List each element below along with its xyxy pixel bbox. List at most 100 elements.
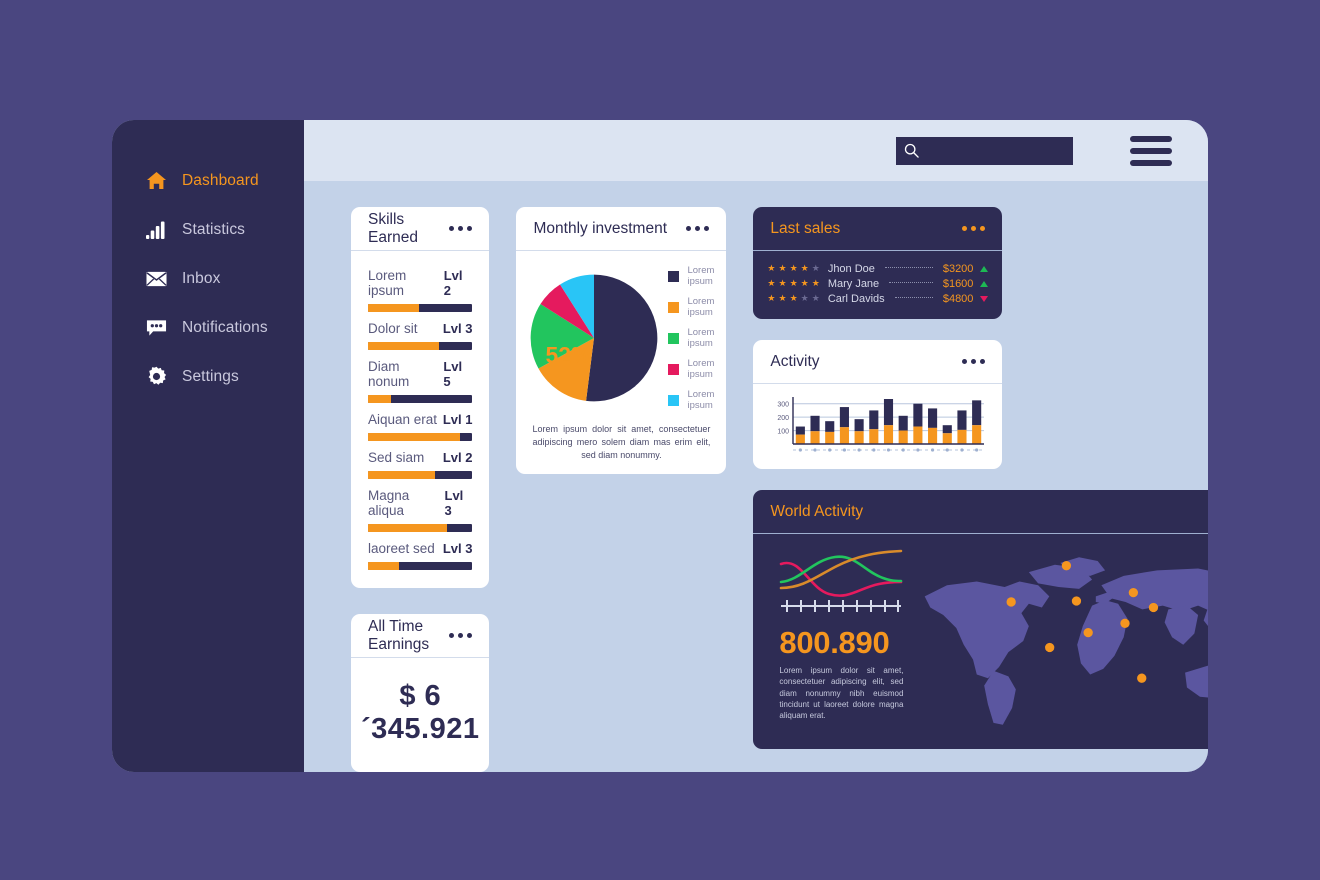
map-marker-dot[interactable]	[1045, 642, 1055, 653]
world-map	[903, 548, 1208, 739]
earnings-value: $ 6´345.921	[361, 680, 480, 745]
card-title: Activity	[770, 352, 820, 370]
sidebar: Dashboard Statistics Inbox Notifications…	[112, 120, 304, 772]
skill-row: laoreet sed Lvl 3	[368, 532, 473, 570]
bar-segment-navy	[869, 410, 879, 430]
card-title: Last sales	[770, 219, 841, 237]
card-header: Activity	[753, 340, 1003, 384]
search-input[interactable]	[924, 143, 1064, 158]
sidebar-item-dashboard[interactable]: Dashboard	[112, 156, 304, 205]
skill-level: Lvl 2	[442, 450, 473, 465]
map-marker-dot[interactable]	[1137, 673, 1147, 683]
map-marker-dot[interactable]	[1083, 627, 1094, 638]
content-area: Skills Earned Lorem ipsum Lvl 2 Dolor sit L…	[304, 181, 1208, 772]
sales-row[interactable]: ★ ★ ★ ★ ★ Jhon Doe $3200	[767, 261, 989, 276]
sidebar-item-label: Notifications	[182, 318, 268, 336]
monthly-investment-card: Monthly investment 52% Lorem ipsum Lorem …	[516, 207, 727, 475]
skill-name: Sed siam	[368, 450, 425, 465]
sidebar-item-statistics[interactable]: Statistics	[112, 205, 304, 254]
world-big-number: 800.890	[779, 625, 890, 660]
bar-segment-navy	[899, 415, 909, 431]
map-marker-dot[interactable]	[1129, 587, 1139, 598]
home-icon	[146, 170, 167, 191]
y-axis-tick-label: 100	[778, 429, 790, 436]
skill-name: laoreet sed	[368, 541, 435, 556]
sales-row[interactable]: ★ ★ ★ ★ ★ Carl Davids $4800	[767, 291, 989, 306]
world-line-chart	[780, 549, 903, 612]
skill-level: Lvl 3	[442, 541, 473, 556]
legend-item: Lorem ipsum	[668, 327, 714, 349]
map-marker-dot[interactable]	[1072, 596, 1082, 606]
sales-customer-name: Carl Davids	[827, 292, 885, 305]
activity-chart: 100 200 300	[753, 384, 1002, 469]
skills-earned-card: Skills Earned Lorem ipsum Lvl 2 Dolor sit L…	[351, 207, 490, 588]
skill-row: Aiquan erat Lvl 1	[368, 403, 473, 441]
skill-name: Magna aliqua	[368, 488, 410, 518]
bar-segment-navy	[825, 421, 835, 432]
map-marker-dot[interactable]	[1149, 602, 1159, 613]
skill-level: Lvl 2	[443, 268, 463, 298]
skill-level: Lvl 5	[443, 359, 463, 389]
skill-progress-bar	[368, 562, 473, 570]
bar-chart-icon	[146, 219, 167, 240]
card-title: Skills Earned	[368, 210, 418, 246]
star-rating: ★ ★ ★ ★ ★	[767, 278, 821, 288]
sales-customer-name: Mary Jane	[827, 277, 880, 290]
trend-up-icon	[980, 280, 989, 287]
bar-segment-navy	[854, 419, 865, 432]
sidebar-item-notifications[interactable]: Notifications	[112, 303, 304, 352]
map-marker-dot[interactable]	[1062, 561, 1072, 571]
bar-segment-navy	[840, 407, 850, 428]
sales-row[interactable]: ★ ★ ★ ★ ★ Mary Jane $1600	[767, 276, 989, 291]
pie-chart: 52%	[528, 272, 660, 404]
trend-down-icon	[980, 295, 989, 302]
legend-swatch	[668, 301, 680, 313]
skill-name: Aiquan erat	[368, 412, 438, 427]
column-left: Skills Earned Lorem ipsum Lvl 2 Dolor sit L…	[351, 207, 490, 772]
sales-amount: $4800	[942, 292, 974, 305]
bar-segment-orange	[796, 434, 806, 444]
legend-item: Lorem ipsum	[668, 358, 714, 380]
legend-label: Lorem ipsum	[687, 327, 715, 349]
card-header: Last sales	[753, 207, 1003, 251]
dot-leader	[889, 281, 933, 283]
map-marker-dot[interactable]	[1006, 597, 1017, 607]
bar-segment-orange	[884, 425, 894, 444]
search-box[interactable]	[896, 136, 1073, 165]
skill-row: Dolor sit Lvl 3	[368, 312, 473, 350]
skill-level: Lvl 3	[444, 488, 464, 518]
card-menu-button[interactable]	[686, 226, 710, 231]
skills-list: Lorem ipsum Lvl 2 Dolor sit Lvl 3 Diam nonum…	[351, 251, 489, 588]
dot-leader	[894, 296, 933, 298]
card-menu-button[interactable]	[449, 226, 473, 231]
bar-segment-navy	[957, 410, 967, 430]
card-menu-button[interactable]	[449, 633, 473, 638]
sidebar-item-inbox[interactable]: Inbox	[112, 254, 304, 303]
skill-level: Lvl 1	[442, 412, 473, 427]
skill-level: Lvl 3	[442, 321, 473, 336]
activity-card: Activity 100 200 300	[753, 340, 1003, 469]
sales-customer-name: Jhon Doe	[827, 262, 875, 275]
legend-label: Lorem ipsum	[687, 358, 715, 380]
sidebar-item-label: Dashboard	[182, 171, 259, 189]
pie-center-label: 52%	[545, 342, 592, 368]
dashboard-window: Dashboard Statistics Inbox Notifications…	[112, 120, 1208, 772]
hamburger-menu-icon[interactable]	[1130, 135, 1172, 166]
main-panel: Skills Earned Lorem ipsum Lvl 2 Dolor sit L…	[304, 120, 1208, 772]
bar-segment-orange	[928, 427, 938, 444]
bar-segment-orange	[913, 426, 923, 444]
chat-bubble-icon	[146, 317, 167, 338]
card-menu-button[interactable]	[962, 226, 986, 231]
bar-segment-orange	[899, 430, 909, 444]
map-marker-dot[interactable]	[1120, 618, 1131, 628]
column-middle: Monthly investment 52% Lorem ipsum Lorem …	[516, 207, 727, 475]
sales-list: ★ ★ ★ ★ ★ Jhon Doe $3200 ★ ★ ★ ★ ★ Mary Jane $1600 ★ ★ ★…	[753, 251, 1002, 319]
sidebar-item-settings[interactable]: Settings	[112, 352, 304, 401]
investment-body: 52% Lorem ipsum Lorem ipsum Lorem ipsum Lor…	[516, 251, 726, 474]
investment-note: Lorem ipsum dolor sit amet, consectetuer…	[532, 424, 711, 461]
skill-progress-bar	[368, 433, 473, 441]
legend-swatch	[668, 270, 680, 282]
bar-segment-navy	[884, 399, 894, 426]
card-menu-button[interactable]	[962, 359, 986, 364]
last-sales-card: Last sales ★ ★ ★ ★ ★ Jhon Doe $3200 ★ ★ ★ ★ ★ Mary J…	[753, 207, 1003, 319]
